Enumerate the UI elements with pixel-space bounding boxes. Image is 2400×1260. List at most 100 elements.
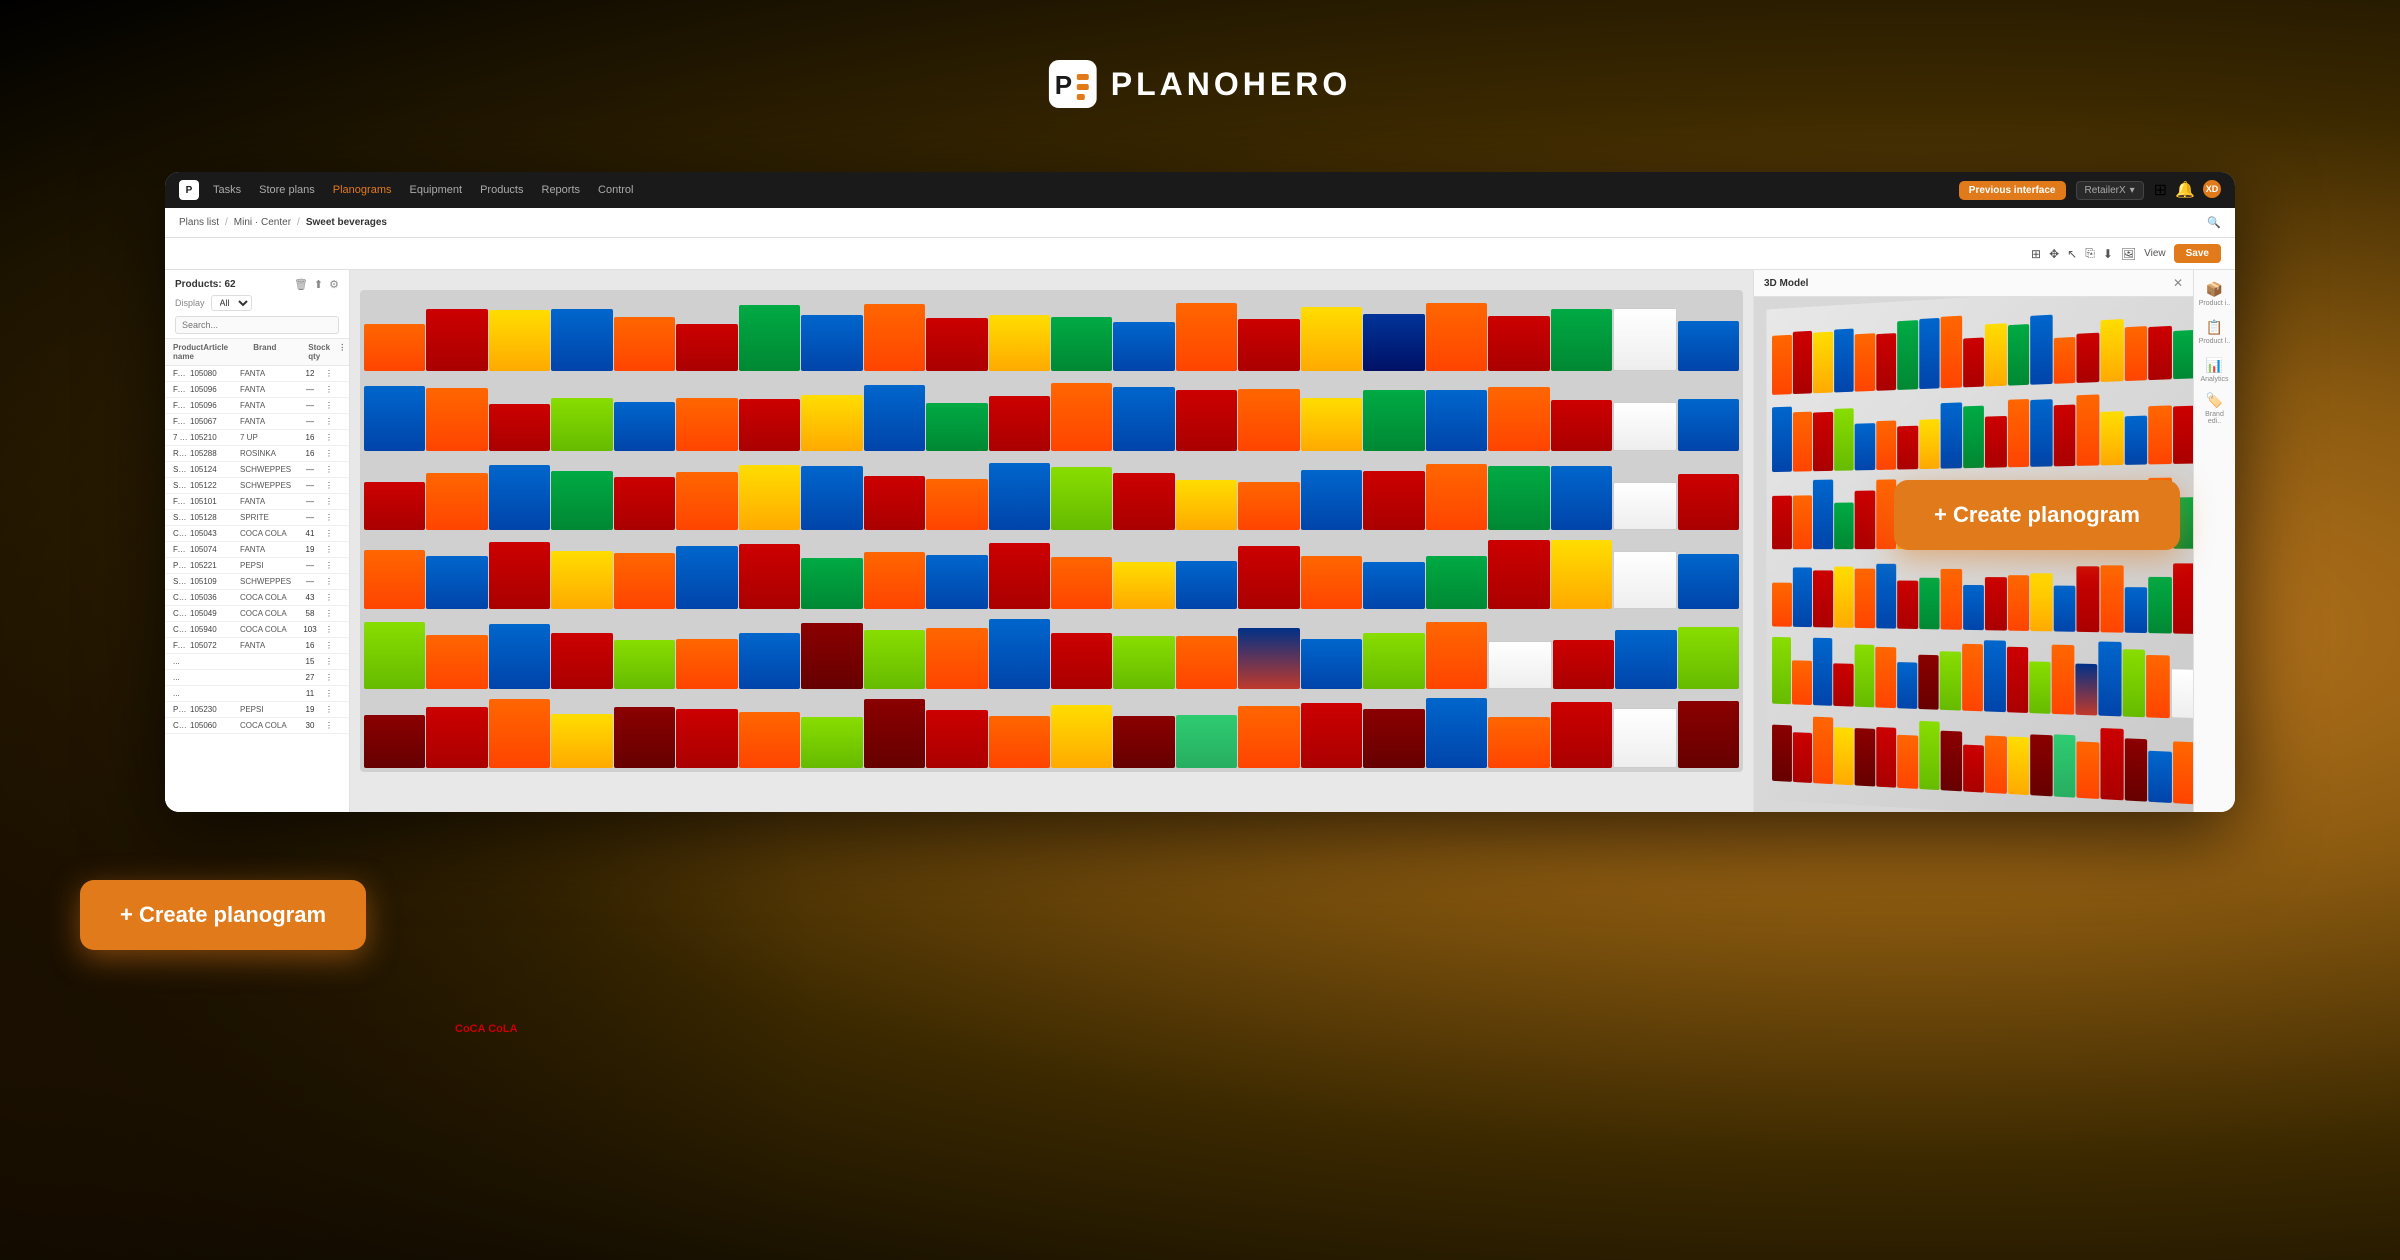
- shelf-item[interactable]: [1113, 716, 1174, 768]
- shelf-item[interactable]: [676, 709, 737, 768]
- model-shelf-item[interactable]: [1985, 577, 2007, 630]
- shelf-item[interactable]: [1363, 709, 1424, 768]
- shelf-item[interactable]: [1488, 387, 1549, 451]
- model-shelf-item[interactable]: [2124, 416, 2147, 465]
- shelf-item[interactable]: [989, 463, 1050, 530]
- search-breadcrumb-icon[interactable]: 🔍: [2207, 216, 2221, 229]
- shelf-item[interactable]: [1051, 705, 1112, 768]
- table-row[interactable]: FANTA 1.5L BL A... 105074 FANTA 19 ⋮: [165, 542, 349, 558]
- table-row[interactable]: SPRITE 1.5L BL 105128 SPRITE — ⋮: [165, 510, 349, 526]
- model-shelf-item[interactable]: [1984, 640, 2005, 712]
- product-info-panel-icon[interactable]: 📦 Product i..: [2199, 278, 2231, 310]
- bell-icon[interactable]: 🔔: [2175, 180, 2195, 200]
- model-shelf-item[interactable]: [2100, 565, 2123, 633]
- model-shelf-item[interactable]: [1963, 405, 1984, 468]
- shelf-item[interactable]: [926, 318, 987, 371]
- shelf-item[interactable]: [739, 712, 800, 768]
- drag-icon[interactable]: ✥: [2049, 247, 2059, 261]
- shelf-item[interactable]: [614, 640, 675, 689]
- shelf-item[interactable]: [614, 402, 675, 450]
- model-shelf-item[interactable]: [2029, 661, 2051, 713]
- model-shelf-item[interactable]: [2148, 750, 2171, 803]
- shelf-item[interactable]: [1426, 303, 1487, 371]
- shelf-item[interactable]: [426, 635, 487, 689]
- shelf-item[interactable]: [1551, 702, 1612, 768]
- table-row[interactable]: COCA COLA 0.5... 105036 COCA COLA 43 ⋮: [165, 590, 349, 606]
- table-row[interactable]: COCA COLA 2L BL 105049 COCA COLA 58 ⋮: [165, 606, 349, 622]
- model-shelf-item[interactable]: [1772, 583, 1791, 627]
- model-shelf-item[interactable]: [1813, 480, 1833, 549]
- view-button[interactable]: View: [2144, 248, 2166, 259]
- row-menu[interactable]: ⋮: [325, 481, 341, 490]
- model-shelf-item[interactable]: [1855, 333, 1875, 392]
- table-row[interactable]: COCA COLA 0.5... 105940 COCA COLA 103 ⋮: [165, 622, 349, 638]
- shelf-item[interactable]: [551, 309, 612, 372]
- shelf-item[interactable]: [426, 707, 487, 768]
- model-shelf-item[interactable]: [1963, 585, 1984, 631]
- table-row[interactable]: ROSINKA KREM... 105288 ROSINKA 16 ⋮: [165, 446, 349, 462]
- model-shelf-item[interactable]: [2031, 399, 2053, 467]
- shelf-item[interactable]: [1051, 383, 1112, 450]
- model-shelf-item[interactable]: [2054, 336, 2076, 383]
- shelf-item[interactable]: [801, 315, 862, 371]
- search-input[interactable]: [175, 316, 339, 334]
- shelf-item[interactable]: [864, 476, 925, 530]
- model-shelf-item[interactable]: [2054, 734, 2076, 798]
- row-menu[interactable]: ⋮: [325, 577, 341, 586]
- shelf-item[interactable]: [864, 385, 925, 450]
- pointer-icon[interactable]: ↖: [2067, 247, 2077, 261]
- table-row[interactable]: COCA COLA VA... 105060 COCA COLA 30 ⋮: [165, 718, 349, 734]
- shelf-item[interactable]: [614, 707, 675, 768]
- upload-icon[interactable]: ⬆: [314, 278, 323, 291]
- retailer-select[interactable]: RetailerX ▾: [2076, 181, 2144, 200]
- model-shelf-item[interactable]: [2148, 326, 2171, 380]
- model-shelf-item[interactable]: [1919, 721, 1940, 790]
- shelf-item[interactable]: [489, 310, 550, 371]
- row-menu[interactable]: ⋮: [325, 561, 341, 570]
- model-shelf-item[interactable]: [1963, 338, 1984, 388]
- shelf-item[interactable]: [1238, 546, 1299, 610]
- model-shelf-item[interactable]: [1772, 496, 1791, 550]
- shelf-item[interactable]: [1615, 630, 1676, 689]
- display-select[interactable]: All: [211, 295, 252, 311]
- shelf-item[interactable]: [801, 717, 862, 768]
- shelf-item[interactable]: [1426, 390, 1487, 451]
- shelf-item[interactable]: [1301, 556, 1362, 610]
- shelf-item[interactable]: [1488, 540, 1549, 609]
- shelf-item[interactable]: [1678, 627, 1739, 689]
- nav-item-tasks[interactable]: Tasks: [213, 184, 241, 196]
- model-shelf-item[interactable]: [1834, 727, 1854, 785]
- row-menu[interactable]: ⋮: [325, 449, 341, 458]
- user-avatar[interactable]: XD: [2203, 180, 2221, 198]
- shelf-item[interactable]: [1426, 464, 1487, 530]
- shelf-item[interactable]: [1613, 308, 1676, 371]
- shelf-item[interactable]: [1363, 633, 1424, 688]
- model-shelf-item[interactable]: [2100, 728, 2123, 800]
- shelf-item[interactable]: [1426, 556, 1487, 609]
- model-shelf-item[interactable]: [2054, 404, 2076, 466]
- model-shelf-item[interactable]: [1772, 725, 1791, 782]
- shelf-item[interactable]: [1488, 641, 1551, 688]
- shelf-item[interactable]: [364, 482, 425, 530]
- shelf-item[interactable]: [1301, 703, 1362, 768]
- shelf-item[interactable]: [364, 550, 425, 610]
- model-shelf-item[interactable]: [2077, 742, 2099, 799]
- model-shelf-item[interactable]: [2008, 324, 2030, 386]
- shelf-item[interactable]: [364, 386, 425, 451]
- shelf-item[interactable]: [1551, 466, 1612, 530]
- shelf-item[interactable]: [364, 715, 425, 768]
- model-shelf-item[interactable]: [2031, 315, 2053, 385]
- model-shelf-item[interactable]: [1876, 564, 1896, 629]
- shelf-item[interactable]: [1176, 390, 1237, 451]
- shelf-item[interactable]: [1051, 317, 1112, 371]
- model-close-button[interactable]: ✕: [2173, 276, 2183, 290]
- shelf-item[interactable]: [801, 623, 862, 689]
- shelf-item[interactable]: [1301, 470, 1362, 530]
- model-shelf-item[interactable]: [2008, 575, 2030, 631]
- save-button[interactable]: Save: [2174, 244, 2221, 263]
- shelf-item[interactable]: [364, 324, 425, 371]
- model-shelf-item[interactable]: [2031, 573, 2053, 632]
- row-menu[interactable]: ⋮: [325, 529, 341, 538]
- model-shelf-item[interactable]: [1833, 663, 1853, 707]
- shelf-item[interactable]: [1488, 717, 1549, 768]
